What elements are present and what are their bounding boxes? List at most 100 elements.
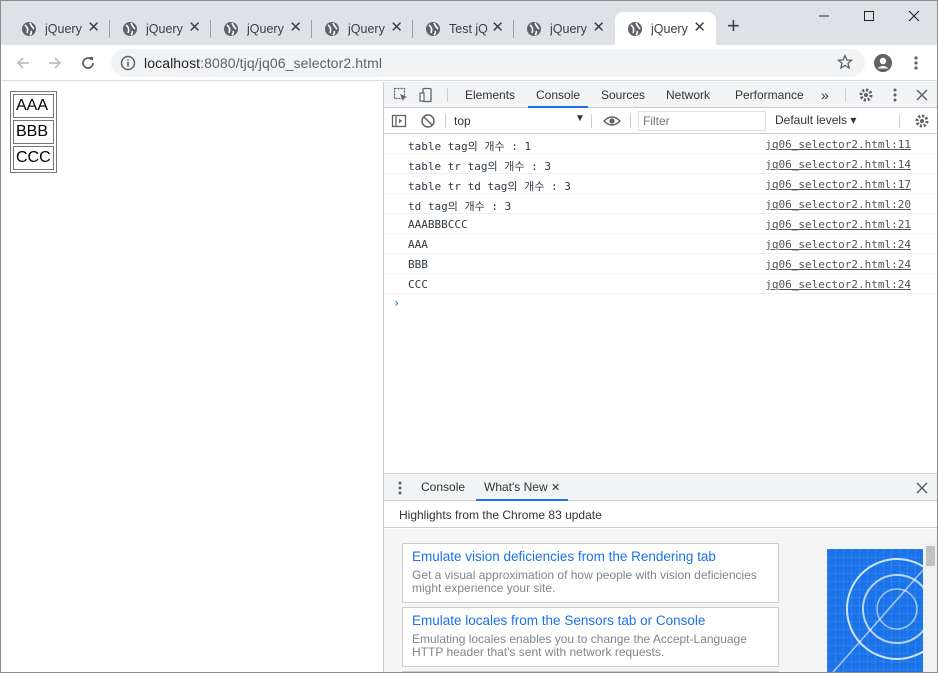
log-message: table tr tag의 개수 : 3 [408, 160, 551, 173]
close-tab-icon[interactable]: ✕ [592, 20, 605, 36]
close-devtools-icon[interactable] [913, 86, 931, 104]
chevron-down-icon[interactable]: ▼ [575, 113, 585, 124]
minimize-icon[interactable] [801, 1, 847, 31]
url-path: :8080/tjq/jq06_selector2.html [200, 55, 383, 71]
feature-card-title[interactable]: Emulate vision deficiencies from the Ren… [412, 549, 769, 565]
tab-title: jQuery [550, 21, 587, 36]
forward-arrow-icon[interactable] [43, 51, 67, 75]
drawer-tab-console[interactable]: Console [421, 474, 465, 501]
console-log-row: table tr tag의 개수 : 3 jq06_selector2.html:… [384, 154, 937, 174]
console-log-row: AAABBBCCC jq06_selector2.html:21 [384, 214, 937, 234]
drawer-menu-icon[interactable] [391, 479, 409, 497]
kebab-menu-icon[interactable] [886, 86, 904, 104]
tab-title: jQuery [651, 21, 688, 36]
console-prompt[interactable]: › [393, 296, 400, 310]
address-bar[interactable]: localhost:8080/tjq/jq06_selector2.html [111, 49, 865, 77]
log-source-link[interactable]: jq06_selector2.html:24 [765, 258, 911, 271]
bookmark-star-icon[interactable] [837, 54, 853, 70]
info-icon[interactable] [120, 55, 136, 71]
back-arrow-icon[interactable] [11, 51, 35, 75]
tab-console[interactable]: Console [528, 82, 589, 108]
browser-tab-active[interactable]: jQuery ✕ [615, 12, 716, 45]
divider [845, 88, 846, 102]
scrollbar-thumb[interactable] [926, 546, 935, 566]
settings-gear-icon[interactable] [857, 86, 875, 104]
eye-icon[interactable] [603, 112, 621, 130]
page-viewport: AAA BBB CCC [1, 82, 383, 672]
sidebar-toggle-icon[interactable] [390, 112, 408, 130]
tab-title: jQuery [348, 21, 385, 36]
feature-card[interactable]: Emulate vision deficiencies from the Ren… [402, 543, 779, 603]
divider [445, 114, 446, 128]
browser-tab[interactable]: jQuery ✕ [9, 12, 110, 45]
browser-window: jQuery ✕ jQuery ✕ jQuery ✕ jQuery ✕ Test… [0, 0, 938, 673]
close-drawer-icon[interactable] [913, 479, 931, 497]
url-text[interactable]: localhost:8080/tjq/jq06_selector2.html [144, 55, 382, 71]
feature-card-description: Emulating locales enables you to change … [412, 632, 747, 659]
log-source-link[interactable]: jq06_selector2.html:24 [765, 278, 911, 291]
plus-icon[interactable]: + [727, 15, 740, 37]
demo-table: AAA BBB CCC [10, 91, 57, 173]
globe-icon [628, 21, 642, 36]
log-source-link[interactable]: jq06_selector2.html:14 [765, 158, 911, 171]
browser-tab[interactable]: jQuery ✕ [110, 12, 211, 45]
devtools-panel: Elements Console Sources Network Perform… [383, 82, 937, 672]
reload-icon[interactable] [76, 51, 100, 75]
globe-icon [123, 21, 137, 36]
chrome-83-illustration [827, 549, 924, 672]
whats-new-heading: Highlights from the Chrome 83 update [384, 501, 937, 528]
devtools-drawer: Console What's New ✕ Highlights from the… [384, 473, 937, 672]
tab-performance[interactable]: Performance [735, 82, 804, 108]
table-cell: BBB [13, 120, 54, 144]
log-message: AAABBBCCC [408, 218, 468, 231]
tab-title: jQuery [45, 21, 82, 36]
kebab-menu-icon[interactable] [904, 51, 928, 75]
console-log-row: AAA jq06_selector2.html:24 [384, 234, 937, 254]
log-source-link[interactable]: jq06_selector2.html:20 [765, 198, 911, 211]
table-row: CCC [13, 146, 54, 170]
log-source-link[interactable]: jq06_selector2.html:17 [765, 178, 911, 191]
feature-card-title[interactable]: Emulate locales from the Sensors tab or … [412, 613, 769, 629]
filter-input[interactable] [638, 111, 766, 131]
scrollbar[interactable] [923, 543, 937, 672]
log-source-link[interactable]: jq06_selector2.html:24 [765, 238, 911, 251]
drawer-tab-whats-new[interactable]: What's New ✕ [476, 474, 569, 501]
divider [630, 114, 631, 128]
maximize-icon[interactable] [846, 1, 892, 31]
device-toolbar-icon[interactable] [418, 86, 436, 104]
devtools-tab-bar: Elements Console Sources Network Perform… [384, 82, 937, 108]
browser-toolbar: localhost:8080/tjq/jq06_selector2.html [1, 45, 937, 81]
divider [899, 114, 900, 128]
inspect-element-icon[interactable] [392, 86, 410, 104]
close-tab-icon[interactable]: ✕ [188, 20, 201, 36]
tab-network[interactable]: Network [666, 82, 710, 108]
table-row: AAA [13, 94, 54, 118]
log-levels-dropdown[interactable]: Default levels ▾ [775, 113, 856, 127]
console-settings-gear-icon[interactable] [913, 112, 931, 130]
log-message: CCC [408, 278, 428, 291]
log-source-link[interactable]: jq06_selector2.html:11 [765, 138, 911, 151]
close-tab-icon[interactable]: ✕ [87, 20, 100, 36]
close-tab-icon[interactable]: ✕ [491, 20, 504, 36]
close-tab-icon[interactable]: ✕ [693, 20, 706, 36]
table-cell: CCC [13, 146, 54, 170]
feature-card[interactable]: Emulate locales from the Sensors tab or … [402, 607, 779, 667]
more-tabs-button[interactable]: » [821, 82, 829, 108]
profile-avatar-icon[interactable] [871, 51, 895, 75]
console-log-row: td tag의 개수 : 3 jq06_selector2.html:20 [384, 194, 937, 214]
browser-tab[interactable]: Test jQ ✕ [413, 12, 514, 45]
url-host: localhost [144, 55, 201, 71]
close-window-icon[interactable] [891, 1, 937, 31]
log-source-link[interactable]: jq06_selector2.html:21 [765, 218, 911, 231]
context-selector[interactable]: top [454, 114, 471, 128]
drawer-tab-bar: Console What's New ✕ [384, 474, 937, 501]
close-tab-icon[interactable]: ✕ [390, 20, 403, 36]
tab-sources[interactable]: Sources [601, 82, 645, 108]
close-tab-icon[interactable]: ✕ [551, 482, 560, 494]
browser-tab[interactable]: jQuery ✕ [312, 12, 413, 45]
close-tab-icon[interactable]: ✕ [289, 20, 302, 36]
clear-console-icon[interactable] [419, 112, 437, 130]
browser-tab[interactable]: jQuery ✕ [514, 12, 615, 45]
browser-tab[interactable]: jQuery ✕ [211, 12, 312, 45]
tab-elements[interactable]: Elements [465, 82, 515, 108]
